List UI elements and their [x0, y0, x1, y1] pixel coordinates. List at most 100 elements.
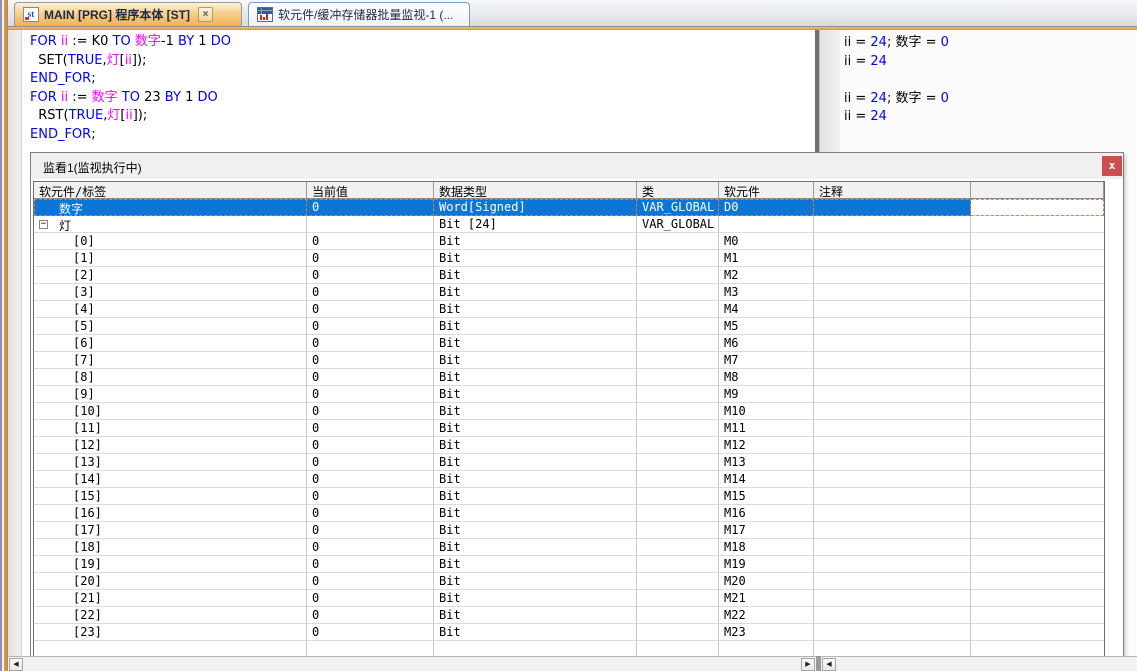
value-cell: 0 — [307, 522, 434, 539]
watch-close-button[interactable]: x — [1102, 156, 1122, 176]
watch-row[interactable]: [0]0BitM0 — [34, 233, 1104, 250]
code-line: FOR ii := 数字 TO 23 BY 1 DO — [30, 89, 814, 108]
device-label-cell: [19] — [34, 556, 307, 573]
header-cell[interactable]: 软元件 — [719, 182, 814, 199]
watch-row[interactable]: [5]0BitM5 — [34, 318, 1104, 335]
code-token-pl: 数字 = — [895, 35, 940, 50]
class-cell — [637, 556, 719, 573]
code-token-kw: BY — [165, 90, 185, 105]
watch-row[interactable]: [16]0BitM16 — [34, 505, 1104, 522]
code-token-var: ii — [125, 53, 132, 68]
spare-cell — [971, 216, 1104, 233]
code-line: SET(TRUE,灯[ii]); — [30, 52, 814, 71]
value-cell: 0 — [307, 573, 434, 590]
watch-row[interactable]: [4]0BitM4 — [34, 301, 1104, 318]
monitor-line: ii = 24 — [844, 108, 1137, 127]
watch-table: 软元件/标签当前值数据类型类软元件注释 数字0Word[Signed]VAR_G… — [33, 181, 1105, 656]
data-type-cell: Bit — [434, 301, 637, 318]
code-token-kw: DO — [197, 90, 217, 105]
tab-device-buffer-monitor[interactable]: 软元件/缓冲存储器批量监视-1 (... — [248, 2, 470, 26]
monitor-horizontal-scrollbar[interactable]: ◀ — [821, 656, 1137, 671]
device-cell: M4 — [719, 301, 814, 318]
code-token-pl: ; — [91, 127, 95, 142]
watch-row[interactable]: [9]0BitM9 — [34, 386, 1104, 403]
watch-row[interactable]: [7]0BitM7 — [34, 352, 1104, 369]
data-type-cell: Bit — [434, 352, 637, 369]
code-token-pl: ]); — [133, 108, 148, 123]
watch-header-row[interactable]: 软元件/标签当前值数据类型类软元件注释 — [34, 182, 1104, 199]
watch-row[interactable]: [21]0BitM21 — [34, 590, 1104, 607]
code-token-kw: TRUE — [68, 53, 103, 68]
header-cell[interactable]: 当前值 — [307, 182, 434, 199]
watch-row[interactable]: [12]0BitM12 — [34, 437, 1104, 454]
code-horizontal-scrollbar[interactable]: ◀ ▶ — [8, 656, 816, 671]
code-token-pl: SET( — [30, 53, 68, 68]
watch-row[interactable]: [2]0BitM2 — [34, 267, 1104, 284]
value-cell: 0 — [307, 488, 434, 505]
value-cell: 0 — [307, 437, 434, 454]
watch-row[interactable]: [18]0BitM18 — [34, 539, 1104, 556]
device-cell: M1 — [719, 250, 814, 267]
watch-row[interactable]: [10]0BitM10 — [34, 403, 1104, 420]
comment-cell — [814, 420, 971, 437]
class-cell — [637, 454, 719, 471]
tab-close-icon[interactable]: × — [198, 7, 213, 22]
watch-table-filler-row — [34, 641, 1104, 656]
value-cell: 0 — [307, 199, 434, 216]
spare-cell — [971, 539, 1104, 556]
header-cell[interactable]: 注释 — [814, 182, 971, 199]
device-cell: M6 — [719, 335, 814, 352]
watch-row[interactable]: [23]0BitM23 — [34, 624, 1104, 641]
comment-cell — [814, 250, 971, 267]
header-cell[interactable]: 类 — [637, 182, 719, 199]
scroll-left-icon[interactable]: ◀ — [822, 658, 836, 671]
window-edge-rail — [0, 0, 8, 671]
watch-row[interactable]: [13]0BitM13 — [34, 454, 1104, 471]
spare-cell — [971, 505, 1104, 522]
tab-main-program-st[interactable]: st MAIN [PRG] 程序本体 [ST] × — [14, 2, 242, 26]
class-cell — [637, 386, 719, 403]
header-cell[interactable] — [971, 182, 1104, 199]
watch-row[interactable]: [11]0BitM11 — [34, 420, 1104, 437]
watch-row[interactable]: [3]0BitM3 — [34, 284, 1104, 301]
watch-titlebar[interactable]: 监看1(监视执行中) x — [31, 153, 1123, 179]
device-label-cell: [22] — [34, 607, 307, 624]
watch-row[interactable]: [17]0BitM17 — [34, 522, 1104, 539]
data-type-cell: Bit — [434, 233, 637, 250]
header-cell[interactable]: 软元件/标签 — [34, 182, 307, 199]
class-cell — [637, 488, 719, 505]
tab-label: MAIN [PRG] 程序本体 [ST] — [44, 6, 190, 23]
data-type-cell: Bit — [434, 522, 637, 539]
watch-row[interactable]: −灯Bit [24]VAR_GLOBAL — [34, 216, 1104, 233]
data-type-cell: Bit — [434, 437, 637, 454]
watch-row[interactable]: [6]0BitM6 — [34, 335, 1104, 352]
watch-row[interactable]: [14]0BitM14 — [34, 471, 1104, 488]
comment-cell — [814, 199, 971, 216]
watch-row[interactable]: 数字0Word[Signed]VAR_GLOBALD0 — [34, 199, 1104, 216]
scroll-right-icon[interactable]: ▶ — [801, 658, 815, 671]
value-cell: 0 — [307, 471, 434, 488]
watch-row[interactable]: [1]0BitM1 — [34, 250, 1104, 267]
watch-row[interactable]: [22]0BitM22 — [34, 607, 1104, 624]
class-cell — [637, 522, 719, 539]
monitor-line — [844, 127, 1137, 146]
value-cell: 0 — [307, 607, 434, 624]
watch-row[interactable]: [19]0BitM19 — [34, 556, 1104, 573]
device-label-cell: [6] — [34, 335, 307, 352]
collapse-minus-icon[interactable]: − — [39, 220, 48, 229]
header-cell[interactable]: 数据类型 — [434, 182, 637, 199]
class-cell — [637, 420, 719, 437]
watch-row[interactable]: [20]0BitM20 — [34, 573, 1104, 590]
device-label-cell: [20] — [34, 573, 307, 590]
value-cell: 0 — [307, 420, 434, 437]
comment-cell — [814, 454, 971, 471]
class-cell: VAR_GLOBAL — [637, 199, 719, 216]
device-label-cell: [21] — [34, 590, 307, 607]
scroll-left-icon[interactable]: ◀ — [9, 658, 23, 671]
spare-cell — [971, 369, 1104, 386]
data-type-cell: Bit — [434, 471, 637, 488]
spare-cell — [971, 624, 1104, 641]
watch-row[interactable]: [15]0BitM15 — [34, 488, 1104, 505]
device-cell: M12 — [719, 437, 814, 454]
watch-row[interactable]: [8]0BitM8 — [34, 369, 1104, 386]
